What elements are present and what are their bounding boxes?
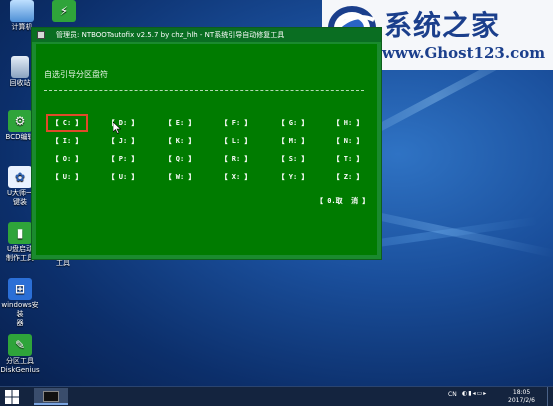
windows-installer-icon: ⊞	[8, 278, 32, 300]
desktop-icon-windows-installer[interactable]: ⊞ windows安装 器	[0, 278, 40, 328]
drive-option-x[interactable]: 【 X: 】	[217, 170, 255, 184]
language-indicator[interactable]: CN	[448, 391, 457, 398]
drive-option-t[interactable]: 【 T: 】	[329, 152, 367, 166]
console-icon	[37, 31, 45, 39]
tray-icons: ◐▮◂▭▸	[462, 390, 487, 397]
drive-option-h[interactable]: 【 H: 】	[329, 116, 367, 130]
drive-option-u[interactable]: 【 U: 】	[48, 170, 86, 184]
drive-option-y[interactable]: 【 Y: 】	[274, 170, 312, 184]
taskbar-app-console[interactable]	[34, 388, 68, 405]
show-desktop-button[interactable]	[547, 387, 553, 406]
clock-time: 18:05	[512, 389, 531, 396]
cancel-option[interactable]: 【 0.取 消 】	[316, 196, 369, 206]
drive-option-z[interactable]: 【 Z: 】	[329, 170, 367, 184]
drive-option-i[interactable]: 【 I: 】	[48, 134, 86, 148]
drive-option-s[interactable]: 【 S: 】	[274, 152, 312, 166]
mouse-cursor-icon	[113, 122, 121, 134]
udashi-icon: ✿	[8, 166, 32, 188]
window-title: 管理员: NTBOOTautofix v2.5.7 by chz_hlh - N…	[56, 31, 285, 39]
desktop-icon-tool[interactable]: ⚡	[44, 0, 84, 23]
drive-option-e[interactable]: 【 E: 】	[161, 116, 199, 130]
watermark-title: 系统之家	[384, 9, 501, 42]
drive-option-k[interactable]: 【 K: 】	[161, 134, 199, 148]
watermark-url: www.Ghost123.com	[382, 44, 546, 62]
taskbar-clock[interactable]: 18:05 2017/2/6	[508, 389, 535, 405]
recycle-bin-icon	[11, 56, 29, 78]
heading-divider	[44, 90, 364, 91]
drive-option-f[interactable]: 【 F: 】	[217, 116, 255, 130]
flag-icon[interactable]: ▸	[483, 390, 487, 397]
drive-option-o[interactable]: 【 O: 】	[48, 152, 86, 166]
drive-option-n[interactable]: 【 N: 】	[329, 134, 367, 148]
window-titlebar[interactable]: 管理员: NTBOOTautofix v2.5.7 by chz_hlh - N…	[32, 28, 381, 42]
tool-icon: ⚡	[52, 0, 76, 22]
select-partition-heading: 自选引导分区盘符	[44, 70, 108, 79]
drive-option-g[interactable]: 【 G: 】	[274, 116, 312, 130]
bcd-editor-icon: ⚙	[8, 110, 32, 132]
clock-date: 2017/2/6	[508, 397, 535, 404]
drive-option-c[interactable]: 【 C: 】	[46, 114, 88, 132]
start-button[interactable]	[5, 390, 19, 404]
drive-option-v[interactable]: 【 U: 】	[104, 170, 142, 184]
drive-option-j[interactable]: 【 J: 】	[104, 134, 142, 148]
usb-boot-icon: ▮	[8, 222, 32, 244]
drive-option-w[interactable]: 【 W: 】	[161, 170, 199, 184]
drive-option-q[interactable]: 【 Q: 】	[161, 152, 199, 166]
taskbar: CN ◐▮◂▭▸ 18:05 2017/2/6	[0, 386, 553, 406]
diskgenius-icon: ✎	[8, 334, 32, 356]
drive-option-r[interactable]: 【 R: 】	[217, 152, 255, 166]
console-window-icon	[43, 391, 59, 402]
drive-option-l[interactable]: 【 L: 】	[217, 134, 255, 148]
drive-option-d[interactable]: 【 D: 】	[104, 116, 142, 130]
drive-option-p[interactable]: 【 P: 】	[104, 152, 142, 166]
desktop-icon-diskgenius[interactable]: ✎ 分区工具 DiskGenius	[0, 334, 40, 375]
computer-icon	[10, 0, 34, 22]
ntbootautofix-window: 管理员: NTBOOTautofix v2.5.7 by chz_hlh - N…	[31, 27, 382, 260]
drive-option-m[interactable]: 【 M: 】	[274, 134, 312, 148]
